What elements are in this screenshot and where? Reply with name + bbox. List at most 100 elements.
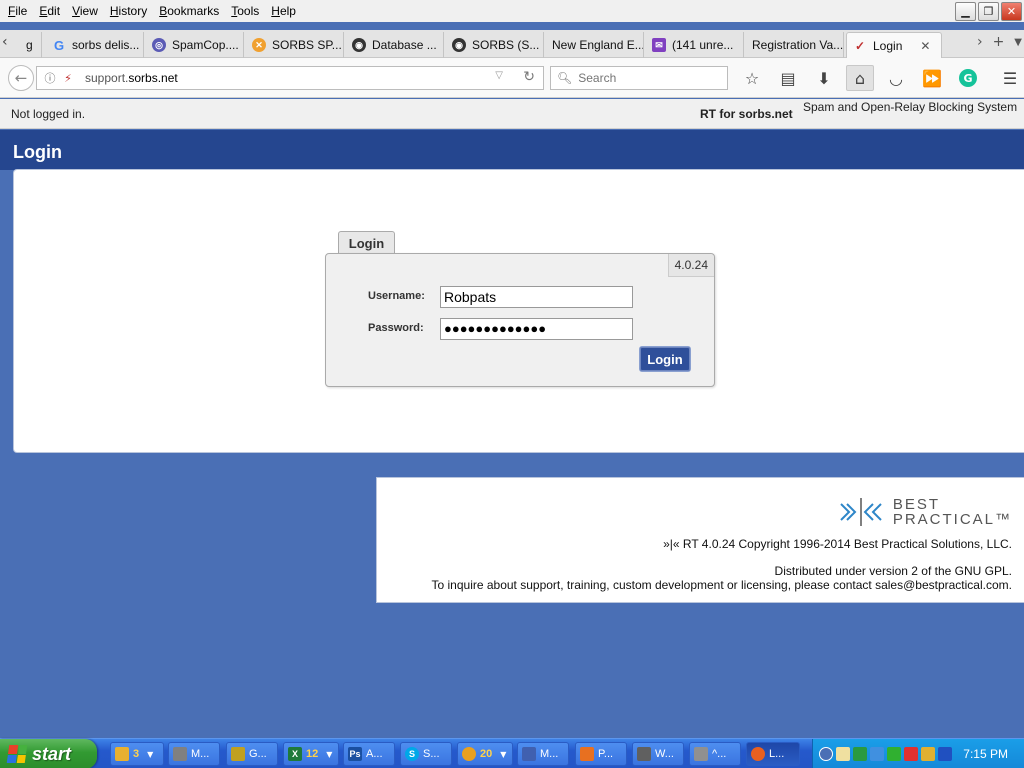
tray-malwarebytes-icon[interactable]: [938, 747, 952, 761]
folder-icon: [115, 747, 129, 761]
menu-history[interactable]: History: [106, 4, 151, 18]
tab-8[interactable]: Registration Va...: [746, 32, 844, 58]
login-box-tab: Login: [338, 231, 395, 255]
search-input[interactable]: [578, 71, 719, 85]
app-icon: [637, 747, 651, 761]
license-text: Distributed under version 2 of the GNU G…: [774, 564, 1012, 578]
search-icon: 🔍︎: [557, 71, 573, 85]
skype-icon: S: [405, 747, 419, 761]
toolbar-icons: ☆ ▤ ⬇ ⌂ ◡ ⏩ G ☰: [738, 65, 1024, 91]
menu-edit[interactable]: Edit: [35, 4, 64, 18]
tab-bar-controls: › + ▼: [977, 34, 1022, 50]
task-folder[interactable]: 3 ▼: [110, 742, 164, 766]
task-group-arrow-icon: ▼: [147, 749, 154, 759]
task-8[interactable]: P...: [575, 742, 627, 766]
tab-scroll-right-icon[interactable]: ›: [977, 34, 983, 50]
navigation-bar: ← ⓘ ⚡ support.sorbs.net ▽ ↻ 🔍︎ ☆ ▤ ⬇ ⌂ ◡…: [0, 58, 1024, 98]
info-icon[interactable]: ⓘ: [43, 71, 57, 85]
search-bar[interactable]: 🔍︎: [550, 66, 728, 90]
best-practical-mark-icon: [840, 498, 882, 526]
reload-icon[interactable]: ↻: [523, 69, 535, 85]
windows-flag-icon: [6, 745, 28, 763]
back-icon[interactable]: ←: [8, 65, 34, 91]
task-excel[interactable]: X 12 ▼: [283, 742, 339, 766]
task-2[interactable]: G...: [226, 742, 278, 766]
tray-people-icon[interactable]: [921, 747, 935, 761]
task-7[interactable]: M...: [517, 742, 569, 766]
app-icon: [580, 747, 594, 761]
tab-7[interactable]: ✉ (141 unre...: [646, 32, 744, 58]
tray-mcafee-icon[interactable]: [904, 747, 918, 761]
minimize-icon[interactable]: ▁: [955, 2, 976, 21]
menu-help[interactable]: Help: [267, 4, 300, 18]
task-group-20[interactable]: 20 ▼: [457, 742, 513, 766]
tray-mail-icon[interactable]: [836, 747, 850, 761]
restore-icon[interactable]: ❐: [978, 2, 999, 21]
url-bar[interactable]: ⓘ ⚡ support.sorbs.net ▽ ↻: [36, 66, 544, 90]
close-tab-icon[interactable]: ✕: [920, 39, 930, 53]
login-status: Not logged in.: [11, 107, 86, 121]
best-practical-logo[interactable]: BEST PRACTICAL™: [839, 496, 1012, 528]
tab-5[interactable]: ◉ SORBS (S...: [446, 32, 544, 58]
menu-bookmarks[interactable]: Bookmarks: [155, 4, 223, 18]
menu-bar: File Edit View History Bookmarks Tools H…: [0, 0, 1024, 22]
page-title: Login: [13, 142, 62, 162]
footer-panel: BEST PRACTICAL™ »|« RT 4.0.24 Copyright …: [376, 477, 1024, 603]
tray-app-icon[interactable]: [853, 747, 867, 761]
app-icon: [462, 747, 476, 761]
app-icon: [173, 747, 187, 761]
insecure-lock-icon[interactable]: ⚡: [61, 71, 75, 85]
tab-3[interactable]: ✕ SORBS SP...: [246, 32, 344, 58]
tab-scroll-left-icon[interactable]: ‹: [2, 34, 20, 54]
tab-2[interactable]: ◎ SpamCop....: [146, 32, 244, 58]
password-input[interactable]: ●●●●●●●●●●●●●: [440, 318, 633, 340]
google-icon: G: [53, 37, 65, 53]
task-10[interactable]: ^...: [689, 742, 741, 766]
url-text[interactable]: support.sorbs.net: [85, 71, 178, 85]
checkbox-icon: ✓: [854, 38, 866, 53]
hamburger-menu-icon[interactable]: ☰: [996, 65, 1024, 91]
login-button[interactable]: Login: [639, 346, 691, 372]
tab-list-icon[interactable]: ▼: [1014, 37, 1022, 50]
task-1[interactable]: M...: [168, 742, 220, 766]
site-tagline: Spam and Open-Relay Blocking System: [803, 100, 1018, 114]
menu-tools[interactable]: Tools: [227, 4, 263, 18]
clock: 7:15 PM: [963, 747, 1008, 761]
close-window-icon[interactable]: ✕: [1001, 2, 1022, 21]
tab-6[interactable]: New England E...: [546, 32, 644, 58]
start-button[interactable]: start: [0, 739, 97, 768]
task-group-arrow-icon: ▼: [326, 749, 333, 759]
task-photoshop[interactable]: Ps A...: [343, 742, 395, 766]
tab-0[interactable]: g: [20, 32, 42, 58]
task-skype[interactable]: S S...: [400, 742, 452, 766]
menu-file[interactable]: File: [4, 4, 31, 18]
rt-header: Not logged in. RT for sorbs.net Spam and…: [0, 99, 1024, 129]
tab-login-active[interactable]: ✓ Login ✕: [846, 32, 942, 58]
sorbs-orange-icon: ✕: [252, 38, 266, 52]
pocket-icon[interactable]: ◡: [882, 65, 910, 91]
firefox-icon: [751, 747, 765, 761]
rt-instance-name: RT for sorbs.net: [700, 107, 793, 121]
task-9[interactable]: W...: [632, 742, 684, 766]
grammarly-icon[interactable]: G: [954, 65, 982, 91]
bookmark-star-icon[interactable]: ☆: [738, 65, 766, 91]
tray-check-icon[interactable]: [887, 747, 901, 761]
photoshop-icon: Ps: [348, 747, 362, 761]
taskbar: start 3 ▼ M... G... X 12 ▼ Ps A... S S... 20 ▼…: [0, 738, 1024, 768]
best-practical-wordmark: BEST PRACTICAL™: [892, 496, 1012, 528]
window-controls: ▁ ❐ ✕: [955, 2, 1022, 21]
download-icon[interactable]: ⬇: [810, 65, 838, 91]
task-firefox-active[interactable]: L...: [746, 742, 800, 766]
extension-red-icon[interactable]: ⏩: [918, 65, 946, 91]
new-tab-icon[interactable]: +: [993, 34, 1005, 50]
username-input[interactable]: [440, 286, 633, 308]
app-icon: [231, 747, 245, 761]
home-icon[interactable]: ⌂: [846, 65, 874, 91]
tab-1[interactable]: Gsorbs delis...: [46, 32, 144, 58]
reading-list-icon[interactable]: ▤: [774, 65, 802, 91]
url-dropdown-icon[interactable]: ▽: [495, 70, 503, 81]
tray-collapse-icon[interactable]: [819, 747, 833, 761]
tab-4[interactable]: ◉ Database ...: [346, 32, 444, 58]
tray-search-icon[interactable]: [870, 747, 884, 761]
menu-view[interactable]: View: [68, 4, 102, 18]
